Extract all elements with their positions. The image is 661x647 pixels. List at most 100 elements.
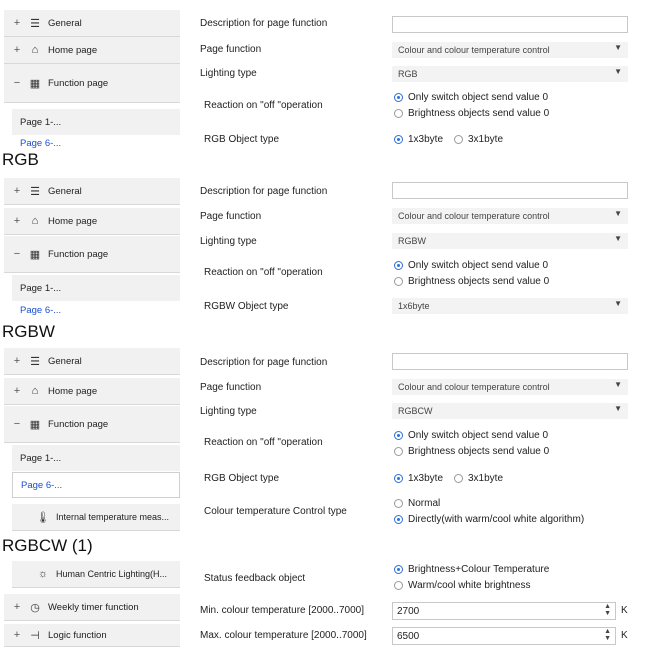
radio-brightness-objects[interactable]: Brightness objects send value 0 [394,108,549,119]
select-value: 1x6byte [398,301,430,311]
sidebar-item-home-page[interactable]: + ⌂ Home page [4,37,180,64]
radio-warm-cool[interactable]: Warm/cool white brightness [394,580,530,591]
radio-only-switch[interactable]: Only switch object send value 0 [394,92,548,103]
expand-icon[interactable]: + [8,355,26,367]
collapse-icon[interactable]: − [8,248,26,260]
sidebar-item-label: Home page [48,385,98,397]
thermometer-icon: 🌡 [36,511,50,524]
panel-rgbw: + ☰ General + ⌂ Home page − ▦ Function p… [0,178,661,320]
sliders-icon: ☰ [30,17,40,30]
radio-normal[interactable]: Normal [394,498,440,509]
expand-icon[interactable]: + [8,17,26,29]
radio-1x3byte[interactable]: 1x3byte [394,134,443,145]
expand-icon[interactable]: + [8,601,26,613]
sidebar-item-label: Page 1-... [20,116,62,128]
sidebar-item-label: General [48,185,82,197]
collapse-icon[interactable]: − [8,418,26,430]
radio-label: Brightness+Colour Temperature [408,564,550,575]
home-icon: ⌂ [31,385,39,397]
radio-3x1byte[interactable]: 3x1byte [454,134,503,145]
radio-label: Brightness objects send value 0 [408,108,550,119]
expand-icon[interactable]: + [8,215,26,227]
rgb-object-type-label: RGB Object type [204,473,280,484]
page-function-select[interactable]: Colour and colour temperature control ▼ [392,208,628,224]
spinner-icon[interactable]: ▲ ▼ [604,603,611,617]
expand-icon[interactable]: + [8,629,26,641]
sidebar-item-function-page[interactable]: − ▦ Function page [4,64,180,103]
sidebar-item-label: Weekly timer function [48,601,139,613]
sidebar-item-label: Home page [48,215,98,227]
radio-unselected-icon [394,447,403,456]
radio-selected-icon [394,565,403,574]
lighting-type-label: Lighting type [200,236,257,247]
sidebar-item-function-page[interactable]: − ▦ Function page [4,236,180,273]
radio-brightness-objects[interactable]: Brightness objects send value 0 [394,276,549,287]
description-input[interactable] [392,353,628,370]
sidebar-item-page-6[interactable]: Page 6-... [12,136,180,148]
dropdown-arrow-icon: ▼ [614,404,622,413]
spinner-icon[interactable]: ▲ ▼ [604,628,611,642]
radio-selected-icon [394,474,403,483]
radio-label: Brightness objects send value 0 [408,276,550,287]
sidebar-item-page-1[interactable]: Page 1-... [12,445,180,471]
select-value: RGBCW [398,406,433,416]
page-function-label: Page function [200,382,262,393]
min-ct-label: Min. colour temperature [2000..7000] [200,605,364,616]
sidebar-item-logic-function[interactable]: + ⊣ Logic function [4,624,180,647]
expand-icon[interactable]: + [8,44,26,56]
unit-label: K [621,605,628,616]
lighting-type-select[interactable]: RGBW ▼ [392,233,628,249]
collapse-icon[interactable]: − [8,77,26,89]
sidebar-item-internal-temperature[interactable]: 🌡 Internal temperature meas... [12,504,180,531]
sliders-icon: ☰ [30,185,40,198]
radio-label: Normal [408,498,441,509]
radio-unselected-icon [394,581,403,590]
radio-label: 1x3byte [408,473,444,484]
sidebar-item-general[interactable]: + ☰ General [4,10,180,37]
radio-only-switch[interactable]: Only switch object send value 0 [394,430,548,441]
radio-only-switch[interactable]: Only switch object send value 0 [394,260,548,271]
rgbw-object-type-select[interactable]: 1x6byte ▼ [392,298,628,314]
clock-icon: ◷ [30,601,40,614]
radio-selected-icon [394,135,403,144]
sidebar-item-home-page[interactable]: + ⌂ Home page [4,208,180,235]
sidebar-item-general[interactable]: + ☰ General [4,348,180,375]
radio-directly[interactable]: Directly(with warm/cool white algorithm) [394,514,584,525]
sidebar-item-function-page[interactable]: − ▦ Function page [4,406,180,443]
description-input[interactable] [392,16,628,33]
sidebar-item-page-1[interactable]: Page 1-... [12,109,180,135]
radio-brightness-ct[interactable]: Brightness+Colour Temperature [394,564,549,575]
page-function-select[interactable]: Colour and colour temperature control ▼ [392,379,628,395]
panel-rgb: + ☰ General + ⌂ Home page − ▦ Function p… [0,10,661,150]
description-input[interactable] [392,182,628,199]
sidebar-item-page-1[interactable]: Page 1-... [12,275,180,301]
lighting-type-select[interactable]: RGB ▼ [392,66,628,82]
radio-unselected-icon [454,135,463,144]
dropdown-arrow-icon: ▼ [614,234,622,243]
radio-selected-icon [394,93,403,102]
ct-control-type-label: Colour temperature Control type [204,506,347,517]
rgb-object-type-label: RGB Object type [204,134,280,145]
page-function-select[interactable]: Colour and colour temperature control ▼ [392,42,628,58]
rgbw-object-type-label: RGBW Object type [204,301,289,312]
expand-icon[interactable]: + [8,385,26,397]
sidebar-item-page-6[interactable]: Page 6-... [12,472,180,498]
description-label: Description for page function [200,18,328,29]
min-ct-input[interactable]: 2700 ▲ ▼ [392,602,616,620]
sidebar-item-label: Function page [48,248,109,260]
sidebar-item-home-page[interactable]: + ⌂ Home page [4,378,180,405]
max-ct-input[interactable]: 6500 ▲ ▼ [392,627,616,645]
home-icon: ⌂ [31,215,39,227]
radio-brightness-objects[interactable]: Brightness objects send value 0 [394,446,549,457]
radio-3x1byte[interactable]: 3x1byte [454,473,503,484]
caption-rgbcw: RGBCW (1) [2,536,93,555]
expand-icon[interactable]: + [8,185,26,197]
sidebar-item-page-6[interactable]: Page 6-... [12,302,180,318]
sidebar-item-hcl[interactable]: ☼ Human Centric Lighting(H... [12,561,180,588]
sidebar-item-weekly-timer[interactable]: + ◷ Weekly timer function [4,594,180,621]
sidebar-item-general[interactable]: + ☰ General [4,178,180,205]
lighting-type-select[interactable]: RGBCW ▼ [392,403,628,419]
dropdown-arrow-icon: ▼ [614,43,622,52]
radio-1x3byte[interactable]: 1x3byte [394,473,443,484]
unit-label: K [621,630,628,641]
